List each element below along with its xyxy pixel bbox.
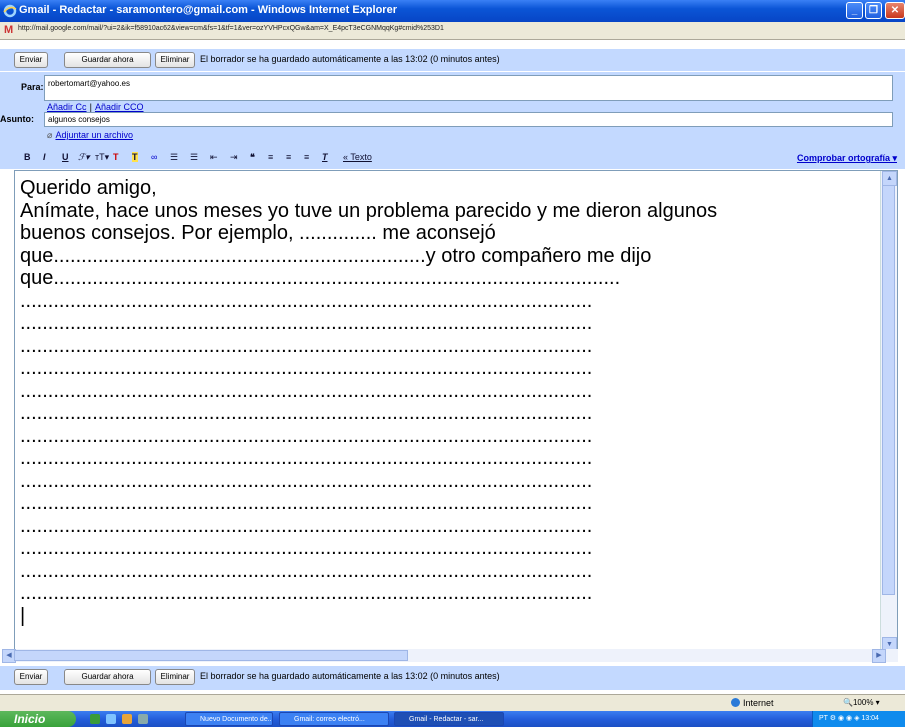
media-icon[interactable] — [138, 714, 148, 724]
to-field[interactable]: robertomart@yahoo.es — [44, 75, 893, 101]
bulleted-list-icon[interactable]: ☰ — [190, 152, 198, 163]
subject-field[interactable]: algunos consejos — [44, 112, 893, 127]
attach-row: ⌀ Adjuntar un archivo — [47, 129, 133, 141]
desktop-icon[interactable] — [90, 714, 100, 724]
save-now-button[interactable]: Guardar ahora — [64, 52, 151, 68]
zone-label: Internet — [743, 698, 774, 708]
address-bar[interactable]: M http://mail.google.com/mail/?ui=2&ik=f… — [0, 22, 905, 40]
system-tray: PT ⚙ ◉ ◉ ◈ 13:04 — [812, 711, 905, 727]
subject-label: Asunto: — [0, 114, 34, 124]
font-icon[interactable]: ℱ▾ — [78, 152, 90, 163]
to-label: Para: — [21, 82, 44, 92]
language-indicator[interactable]: PT — [819, 715, 828, 722]
zoom-value: 100% — [852, 698, 874, 707]
align-center-icon[interactable]: ≡ — [286, 152, 291, 162]
windows-taskbar: Inicio Nuevo Documento de... Gmail: corr… — [0, 711, 905, 727]
minimize-button[interactable]: _ — [846, 2, 863, 19]
zoom-level[interactable]: 🔍100% ▾ — [843, 698, 880, 707]
indent-more-icon[interactable]: ⇥ — [230, 152, 238, 163]
discard-button-bottom[interactable]: Eliminar — [155, 669, 195, 685]
task-button-gmail-inbox[interactable]: Gmail: correo electró... — [279, 712, 389, 726]
numbered-list-icon[interactable]: ☰ — [170, 152, 178, 163]
attach-file-link[interactable]: Adjuntar un archivo — [55, 130, 133, 140]
add-bcc-link[interactable]: Añadir CCO — [95, 102, 144, 112]
text-color-icon[interactable]: T — [113, 152, 119, 162]
clock: 13:04 — [861, 715, 879, 722]
plain-text-link[interactable]: « Texto — [343, 152, 372, 162]
send-button[interactable]: Enviar — [14, 52, 48, 68]
underline-icon[interactable]: U — [62, 152, 69, 162]
window-title: Gmail - Redactar - saramontero@gmail.com… — [19, 4, 397, 16]
ie-quicklaunch-icon[interactable] — [106, 714, 116, 724]
autosave-status: El borrador se ha guardado automáticamen… — [200, 54, 500, 64]
start-button[interactable]: Inicio — [0, 711, 76, 727]
close-button[interactable]: ✕ — [885, 2, 905, 19]
address-url[interactable]: http://mail.google.com/mail/?ui=2&ik=f58… — [18, 25, 444, 32]
security-zone: Internet — [731, 698, 774, 708]
discard-button[interactable]: Eliminar — [155, 52, 195, 68]
vertical-scroll-thumb[interactable] — [882, 185, 895, 595]
gmail-favicon-icon: M — [4, 24, 14, 36]
horizontal-scroll-thumb[interactable] — [14, 650, 408, 661]
save-now-button-bottom[interactable]: Guardar ahora — [64, 669, 151, 685]
indent-less-icon[interactable]: ⇤ — [210, 152, 218, 163]
align-left-icon[interactable]: ≡ — [268, 152, 273, 162]
bottom-action-bar: Enviar Guardar ahora Eliminar El borrado… — [0, 666, 905, 690]
link-separator: | — [89, 102, 92, 112]
add-cc-link[interactable]: Añadir Cc — [47, 102, 87, 112]
highlight-color-icon[interactable]: T — [132, 152, 138, 162]
italic-icon[interactable]: I — [43, 152, 46, 162]
bold-icon[interactable]: B — [24, 152, 31, 162]
horizontal-scrollbar[interactable]: ◀ ▶ — [2, 649, 898, 663]
window-title-bar: Gmail - Redactar - saramontero@gmail.com… — [0, 0, 905, 22]
message-body-editor[interactable]: Querido amigo, Anímate, hace unos meses … — [14, 170, 898, 653]
globe-icon — [731, 698, 740, 707]
message-body-text[interactable]: Querido amigo, Anímate, hace unos meses … — [20, 177, 880, 627]
browser-status-bar: Internet 🔍100% ▾ — [0, 694, 905, 711]
font-size-icon[interactable]: тT▾ — [95, 152, 109, 163]
maximize-button[interactable]: ❐ — [865, 2, 882, 19]
formatting-toolbar: B I U ℱ▾ тT▾ T T ∞ ☰ ☰ ⇤ ⇥ ❝ ≡ ≡ ≡ T « T… — [0, 148, 905, 169]
quote-icon[interactable]: ❝ — [250, 152, 255, 163]
top-action-bar: Enviar Guardar ahora Eliminar El borrado… — [0, 49, 905, 71]
tray-icons: ⚙ ◉ ◉ ◈ — [829, 715, 862, 722]
remove-formatting-icon[interactable]: T — [322, 152, 328, 162]
spellcheck-button[interactable]: Comprobar ortografía ▾ — [797, 153, 897, 164]
link-icon[interactable]: ∞ — [151, 152, 157, 162]
vertical-scrollbar[interactable]: ▲ ▼ — [880, 171, 897, 652]
scroll-up-icon[interactable]: ▲ — [882, 171, 897, 186]
send-button-bottom[interactable]: Enviar — [14, 669, 48, 685]
outlook-icon[interactable] — [122, 714, 132, 724]
internet-explorer-icon — [3, 4, 17, 18]
task-button-gmail-compose[interactable]: Gmail - Redactar - sar... — [394, 712, 504, 726]
start-label: Inicio — [14, 712, 46, 726]
autosave-status-bottom: El borrador se ha guardado automáticamen… — [200, 671, 500, 681]
align-right-icon[interactable]: ≡ — [304, 152, 309, 162]
scroll-right-icon[interactable]: ▶ — [872, 649, 886, 663]
paperclip-icon: ⌀ — [47, 130, 53, 140]
task-button-document[interactable]: Nuevo Documento de... — [185, 712, 273, 726]
